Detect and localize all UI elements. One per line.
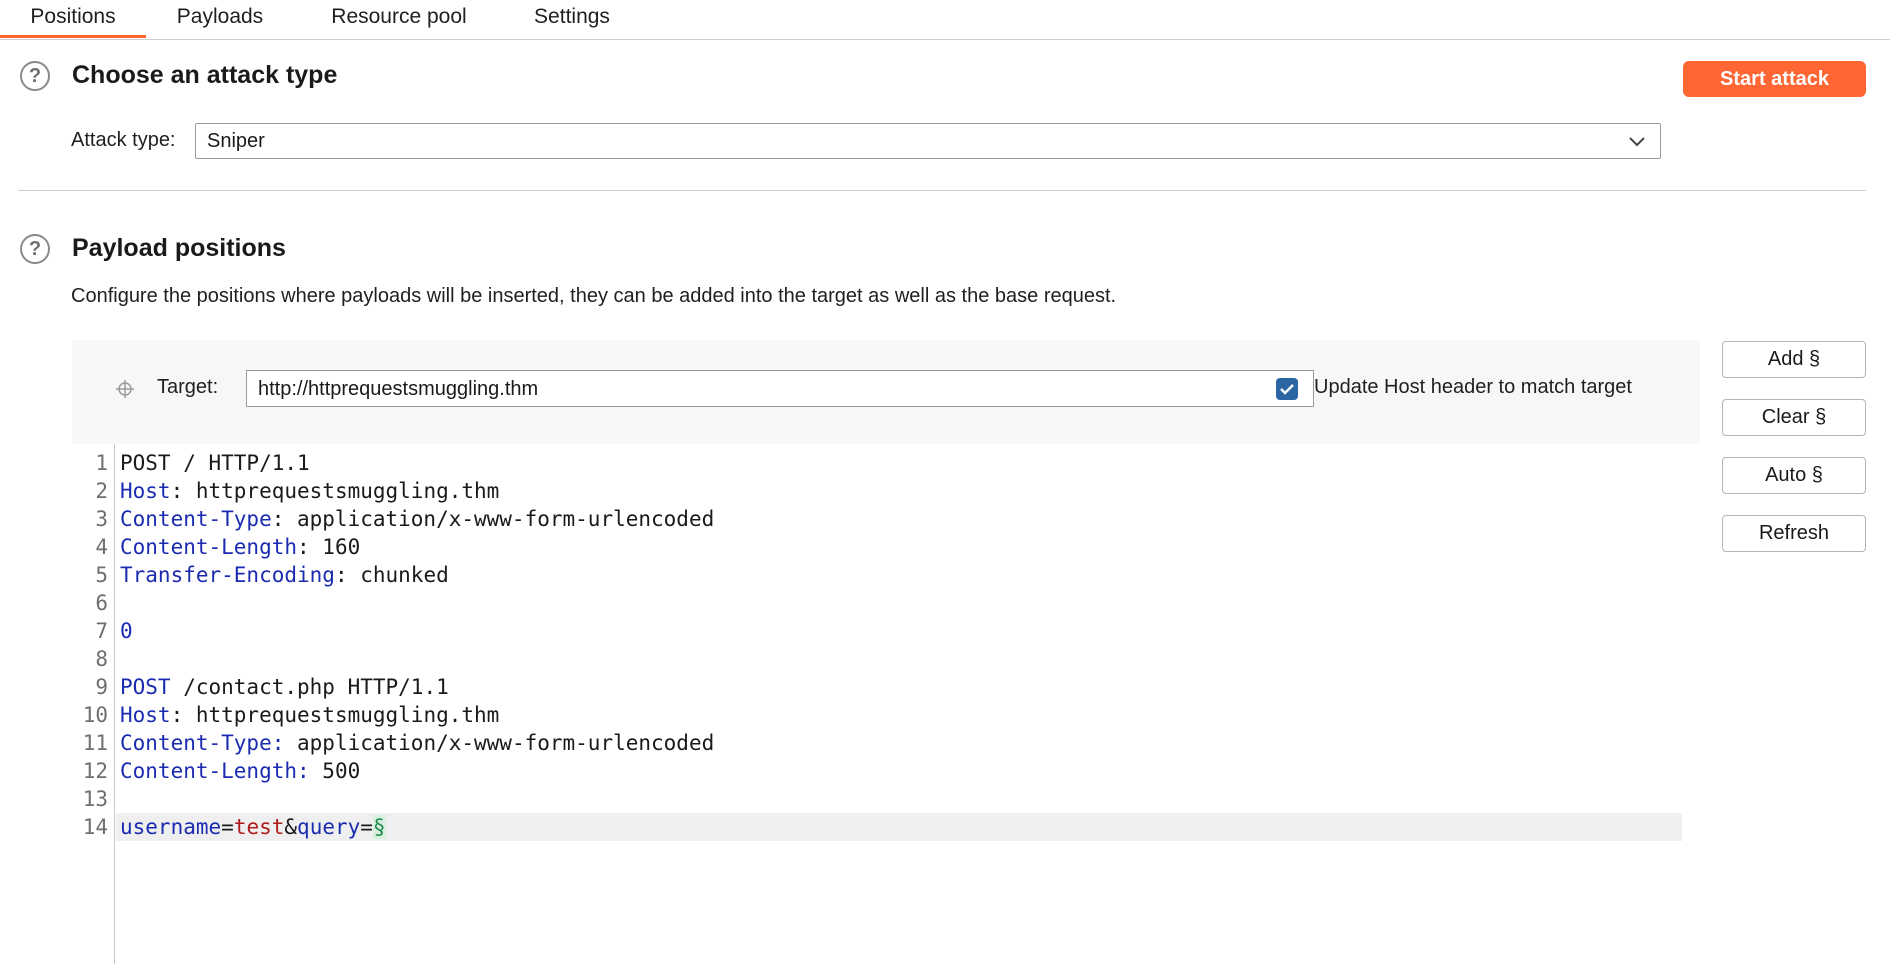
code-token: Content-Length <box>120 535 298 559</box>
code-token: 500 <box>309 759 361 783</box>
update-host-checkbox[interactable] <box>1276 378 1298 400</box>
code-token: username <box>120 815 222 839</box>
code-token: Content-Type <box>120 507 272 531</box>
request-line[interactable]: 0 <box>120 617 1730 645</box>
payload-marker: § <box>372 815 386 839</box>
code-token: POST / HTTP/1.1 <box>120 451 310 475</box>
request-line[interactable]: POST / HTTP/1.1 <box>120 449 1730 477</box>
request-panel: Target: http://httprequestsmuggling.thm … <box>72 340 1700 964</box>
code-token: Host <box>120 703 171 727</box>
attack-type-select[interactable]: Sniper <box>195 123 1661 159</box>
code-token: : 160 <box>297 535 361 559</box>
code-token: Transfer-Encoding <box>120 563 335 587</box>
code-token: & <box>284 815 298 839</box>
request-line[interactable]: Host: httprequestsmuggling.thm <box>120 477 1730 505</box>
help-circle-icon[interactable]: ? <box>20 61 50 91</box>
line-number: 14 <box>82 815 108 839</box>
request-line[interactable]: Transfer-Encoding: chunked <box>120 561 1730 589</box>
attack-type-value: Sniper <box>207 130 265 152</box>
attack-type-title: Choose an attack type <box>72 61 338 89</box>
request-line[interactable]: Host: httprequestsmuggling.thm <box>120 701 1730 729</box>
code-token: = <box>221 815 234 839</box>
code-token: Host <box>120 479 171 503</box>
request-line[interactable]: Content-Length: 500 <box>120 757 1730 785</box>
refresh-button[interactable]: Refresh <box>1722 515 1866 552</box>
tab-settings[interactable]: Settings <box>522 0 622 38</box>
tab-resource-pool[interactable]: Resource pool <box>314 0 484 38</box>
code-token: = <box>360 815 373 839</box>
request-line[interactable]: Content-Type: application/x-www-form-url… <box>120 505 1730 533</box>
help-circle-icon[interactable]: ? <box>20 234 50 264</box>
chevron-down-icon <box>1629 137 1645 147</box>
clear-markers-button[interactable]: Clear § <box>1722 399 1866 436</box>
request-line[interactable]: Content-Type: application/x-www-form-url… <box>120 729 1730 757</box>
line-number: 3 <box>95 507 108 531</box>
line-number: 12 <box>82 759 108 783</box>
tab-bar: Positions Payloads Resource pool Setting… <box>0 0 1890 40</box>
code-token: Content-Length: <box>120 759 310 783</box>
line-number: 11 <box>82 731 108 755</box>
payload-positions-description: Configure the positions where payloads w… <box>71 285 1117 307</box>
target-label: Target: <box>157 376 219 398</box>
code-token: Content-Type: <box>120 731 285 755</box>
code-token: : application/x-www-form-urlencoded <box>271 507 715 531</box>
auto-markers-button[interactable]: Auto § <box>1722 457 1866 494</box>
request-line[interactable] <box>120 785 1730 813</box>
code-token: : chunked <box>334 563 449 587</box>
request-line[interactable] <box>120 589 1730 617</box>
line-number: 4 <box>95 535 108 559</box>
code-token: : httprequestsmuggling.thm <box>170 479 500 503</box>
line-number: 6 <box>95 591 108 615</box>
add-marker-button[interactable]: Add § <box>1722 341 1866 378</box>
request-line[interactable]: POST /contact.php HTTP/1.1 <box>120 673 1730 701</box>
update-host-label: Update Host header to match target <box>1314 376 1632 398</box>
tab-positions[interactable]: Positions <box>0 0 146 38</box>
request-line[interactable]: Content-Length: 160 <box>120 533 1730 561</box>
code-token: 0 <box>120 619 133 643</box>
line-number: 5 <box>95 563 108 587</box>
line-number: 13 <box>82 787 108 811</box>
request-editor[interactable]: 1 POST / HTTP/1.1 2 Host: httprequestsmuggl… <box>72 444 1700 964</box>
target-value: http://httprequestsmuggling.thm <box>258 378 539 400</box>
crosshair-icon[interactable] <box>114 378 136 400</box>
line-number: 9 <box>95 675 108 699</box>
line-number: 8 <box>95 647 108 671</box>
target-row: Target: http://httprequestsmuggling.thm … <box>72 340 1700 440</box>
request-line[interactable] <box>120 645 1730 673</box>
line-number: 7 <box>95 619 108 643</box>
payload-positions-title: Payload positions <box>72 234 286 262</box>
attack-type-label: Attack type: <box>71 129 176 151</box>
line-number: 1 <box>95 451 108 475</box>
start-attack-button[interactable]: Start attack <box>1683 61 1866 97</box>
code-token: application/x-www-form-urlencoded <box>284 731 715 755</box>
code-token: /contact.php HTTP/1.1 <box>170 675 449 699</box>
line-number: 10 <box>82 703 108 727</box>
code-token: test <box>233 815 285 839</box>
line-number: 2 <box>95 479 108 503</box>
target-input[interactable]: http://httprequestsmuggling.thm <box>246 370 1314 407</box>
code-token: query <box>297 815 361 839</box>
request-line[interactable]: username=test&query=§ <box>120 813 1730 841</box>
checkmark-icon <box>1280 384 1294 395</box>
code-token: POST <box>120 675 171 699</box>
tab-payloads[interactable]: Payloads <box>160 0 280 38</box>
code-token: : httprequestsmuggling.thm <box>170 703 500 727</box>
section-divider <box>18 190 1866 191</box>
